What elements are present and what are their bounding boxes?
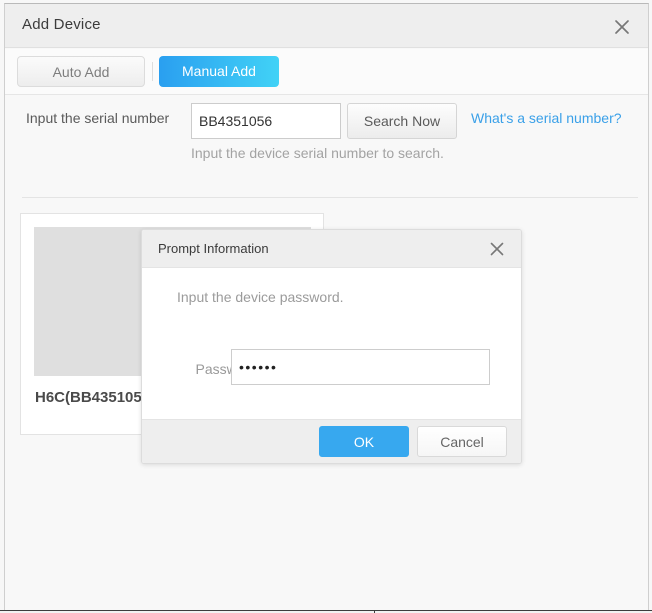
tab-manual-add[interactable]: Manual Add	[159, 56, 279, 87]
device-name-label: H6C(BB435105	[35, 389, 142, 406]
close-icon[interactable]	[612, 17, 632, 37]
dialog-footer: OK Cancel	[142, 419, 521, 463]
page-title: Add Device	[22, 16, 101, 33]
dialog-message: Input the device password.	[177, 289, 344, 305]
tab-auto-add[interactable]: Auto Add	[17, 56, 145, 87]
dialog-title: Prompt Information	[158, 241, 269, 256]
whats-a-serial-number-link[interactable]: What's a serial number?	[471, 110, 622, 126]
search-hint-text: Input the device serial number to search…	[191, 145, 444, 161]
dialog-header: Prompt Information	[142, 230, 521, 268]
cancel-button[interactable]: Cancel	[417, 426, 507, 457]
add-device-screen: Add Device Auto Add Manual Add Input the…	[0, 0, 652, 613]
prompt-information-dialog: Prompt Information Input the device pass…	[141, 229, 522, 464]
tab-bar: Auto Add Manual Add	[5, 49, 648, 95]
ok-button[interactable]: OK	[319, 426, 409, 457]
tab-separator	[152, 62, 153, 81]
serial-number-input[interactable]	[191, 103, 341, 139]
dialog-close-icon[interactable]	[488, 240, 506, 258]
dialog-body: Input the device password. Password	[142, 268, 521, 419]
serial-number-label: Input the serial number	[26, 110, 170, 126]
search-now-button[interactable]: Search Now	[347, 103, 457, 139]
password-input[interactable]	[231, 349, 490, 385]
window-titlebar: Add Device	[5, 4, 648, 48]
section-divider	[22, 197, 638, 198]
add-device-window: Add Device Auto Add Manual Add Input the…	[4, 3, 649, 611]
serial-search-row: Input the serial number Search Now What'…	[5, 95, 648, 195]
